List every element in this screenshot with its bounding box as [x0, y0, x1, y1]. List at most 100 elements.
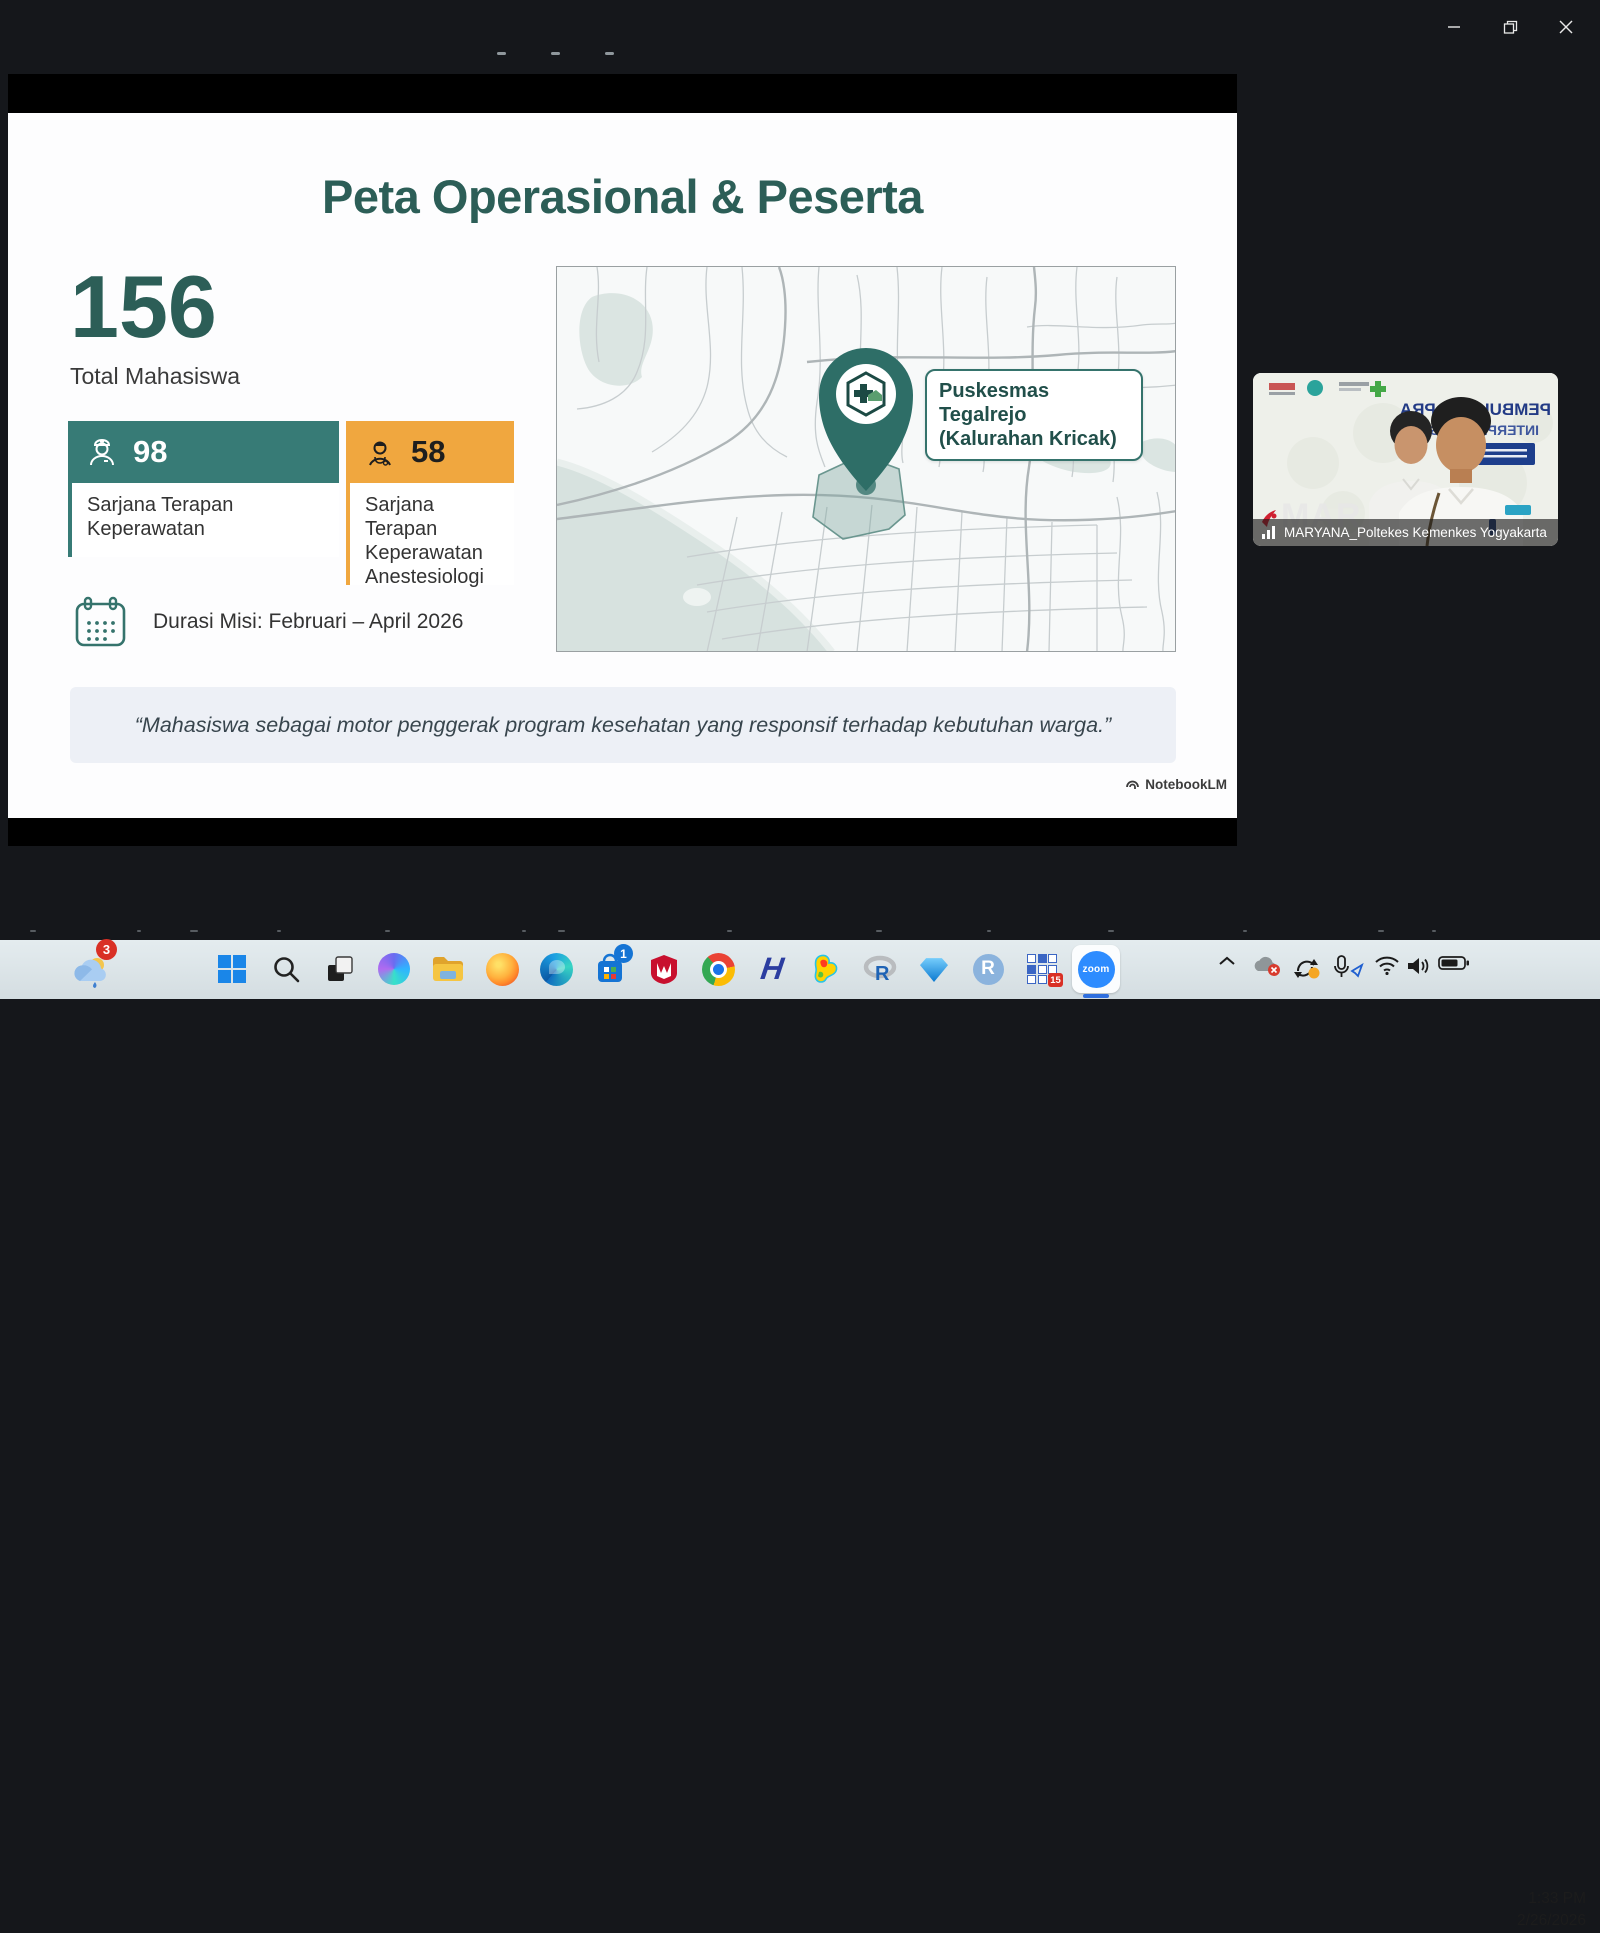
participant-name: MARYANA_Poltekes Kemenkes Yogyakarta: [1284, 525, 1547, 540]
file-explorer-button[interactable]: [428, 949, 468, 989]
weather-badge: 3: [96, 939, 117, 960]
operational-map: Puskesmas Tegalrejo (Kalurahan Kricak): [556, 266, 1176, 652]
h-app-button[interactable]: H: [752, 949, 792, 989]
stat-card-keperawatan: 98 Sarjana Terapan Keperawatan: [68, 421, 339, 585]
folder-icon: [431, 954, 465, 984]
clock-date: 2/26/2026: [1517, 1910, 1586, 1932]
participant-video-tile[interactable]: PEMBUKAAN PRA INTERPROFESSION: [1253, 373, 1558, 546]
gem-app-button[interactable]: [914, 949, 954, 989]
duration-text: Durasi Misi: Februari – April 2026: [153, 610, 463, 634]
search-button[interactable]: [266, 949, 306, 989]
total-students-value: 156: [70, 263, 217, 351]
screen-share-area: Peta Operasional & Peserta 156 Total Mah…: [8, 74, 1237, 846]
firefox-icon: [486, 953, 519, 986]
chrome-button[interactable]: [698, 949, 738, 989]
edge-icon: [540, 953, 573, 986]
clock-time: 1:33 PM: [1517, 1888, 1586, 1910]
wifi-tray-icon[interactable]: [1374, 955, 1400, 975]
minimize-button[interactable]: [1426, 10, 1482, 44]
taskbar-clock[interactable]: 1:33 PM 2/26/2026: [1517, 1888, 1586, 1933]
mcafee-shield-icon: [649, 953, 679, 985]
store-badge: 1: [614, 944, 633, 963]
minimize-icon: [1447, 20, 1461, 34]
map-pin-label-line2: (Kalurahan Kricak): [939, 427, 1129, 451]
task-view-button[interactable]: [320, 949, 360, 989]
battery-icon: [1438, 955, 1470, 971]
rstudio-button[interactable]: R: [968, 949, 1008, 989]
chrome-icon: [702, 953, 735, 986]
gem-icon: [920, 956, 948, 982]
stat-cards: 98 Sarjana Terapan Keperawatan 58: [68, 421, 514, 585]
svg-text:R: R: [875, 963, 890, 984]
microphone-location-icon: [1332, 955, 1364, 981]
quote-text: “Mahasiswa sebagai motor penggerak progr…: [135, 713, 1111, 738]
notebooklm-branding: NotebookLM: [1125, 777, 1227, 792]
windows-logo-icon: [217, 954, 247, 984]
apps-grid-button[interactable]: 15: [1022, 949, 1062, 989]
sync-arrows-icon: [1292, 955, 1320, 981]
edge-running-indicator: [551, 52, 560, 55]
zoom-taskbar-active-tile[interactable]: zoom: [1072, 945, 1120, 993]
volume-tray-icon[interactable]: [1406, 955, 1432, 977]
copilot-button[interactable]: [374, 949, 414, 989]
weather-cloud-icon: [70, 955, 112, 989]
h-app-icon: H: [758, 951, 785, 987]
onedrive-error-icon: [1252, 955, 1282, 977]
restore-icon: [1503, 20, 1518, 35]
notebooklm-label: NotebookLM: [1145, 777, 1227, 792]
rstudio-icon: R: [973, 954, 1004, 985]
speaker-icon: [1406, 955, 1432, 977]
nurse-icon: [84, 434, 120, 470]
medical-cross-icon: [848, 373, 884, 415]
battery-tray-icon[interactable]: [1438, 955, 1470, 971]
store-running-indicator: [605, 52, 614, 55]
map-pin-label: Puskesmas Tegalrejo (Kalurahan Kricak): [925, 369, 1143, 461]
microsoft-store-button[interactable]: 1: [590, 949, 630, 989]
total-students-label: Total Mahasiswa: [70, 363, 240, 390]
stat-value: 98: [133, 434, 167, 470]
r-app-button[interactable]: R: [860, 949, 900, 989]
wifi-icon: [1374, 955, 1400, 975]
stat-label: Sarjana Terapan Keperawatan Anestesiolog…: [346, 483, 514, 585]
chevron-up-icon: [1218, 955, 1236, 967]
firefox-running-indicator: [497, 52, 506, 55]
slide-title: Peta Operasional & Peserta: [8, 169, 1237, 224]
copilot-icon: [378, 953, 410, 985]
zoom-active-indicator: [1083, 994, 1109, 998]
zoom-app-label: zoom: [1083, 964, 1110, 975]
gis-app-button[interactable]: [806, 949, 846, 989]
apps-grid-badge: 15: [1048, 973, 1063, 987]
presentation-slide: Peta Operasional & Peserta 156 Total Mah…: [8, 113, 1237, 818]
tray-chevron-button[interactable]: [1218, 955, 1236, 967]
sync-tray-icon[interactable]: [1292, 955, 1320, 981]
task-view-icon: [325, 954, 355, 984]
duration-row: Durasi Misi: Februari – April 2026: [72, 593, 463, 651]
mic-tray-icon[interactable]: [1332, 955, 1364, 981]
zoom-app-icon: zoom: [1078, 951, 1115, 988]
firefox-button[interactable]: [482, 949, 522, 989]
close-button[interactable]: [1538, 10, 1594, 44]
mcafee-button[interactable]: [644, 949, 684, 989]
widgets-weather-button[interactable]: 3: [70, 945, 118, 991]
doctor-icon: [362, 434, 398, 470]
restore-button[interactable]: [1482, 10, 1538, 44]
start-button[interactable]: [212, 949, 252, 989]
stat-label: Sarjana Terapan Keperawatan: [68, 483, 339, 557]
stat-card-anestesiologi: 58 Sarjana Terapan Keperawatan Anestesio…: [346, 421, 514, 585]
stat-value: 58: [411, 434, 445, 470]
r-logo-icon: R: [863, 954, 897, 984]
close-icon: [1559, 20, 1573, 34]
edge-button[interactable]: [536, 949, 576, 989]
quote-box: “Mahasiswa sebagai motor penggerak progr…: [70, 687, 1176, 763]
search-icon: [271, 954, 301, 984]
gis-map-icon: [810, 953, 842, 985]
zoom-meeting-window: Peta Operasional & Peserta 156 Total Mah…: [0, 0, 1600, 999]
window-controls: [1426, 10, 1594, 44]
hidden-controls-strip: [0, 930, 1600, 934]
signal-bars-icon: [1262, 526, 1277, 539]
notebooklm-logo-icon: [1125, 777, 1140, 792]
participant-name-bar: MARYANA_Poltekes Kemenkes Yogyakarta: [1253, 519, 1558, 546]
map-pin-label-line1: Puskesmas Tegalrejo: [939, 379, 1129, 427]
onedrive-tray-icon[interactable]: [1252, 955, 1282, 977]
calendar-icon: [72, 594, 129, 651]
